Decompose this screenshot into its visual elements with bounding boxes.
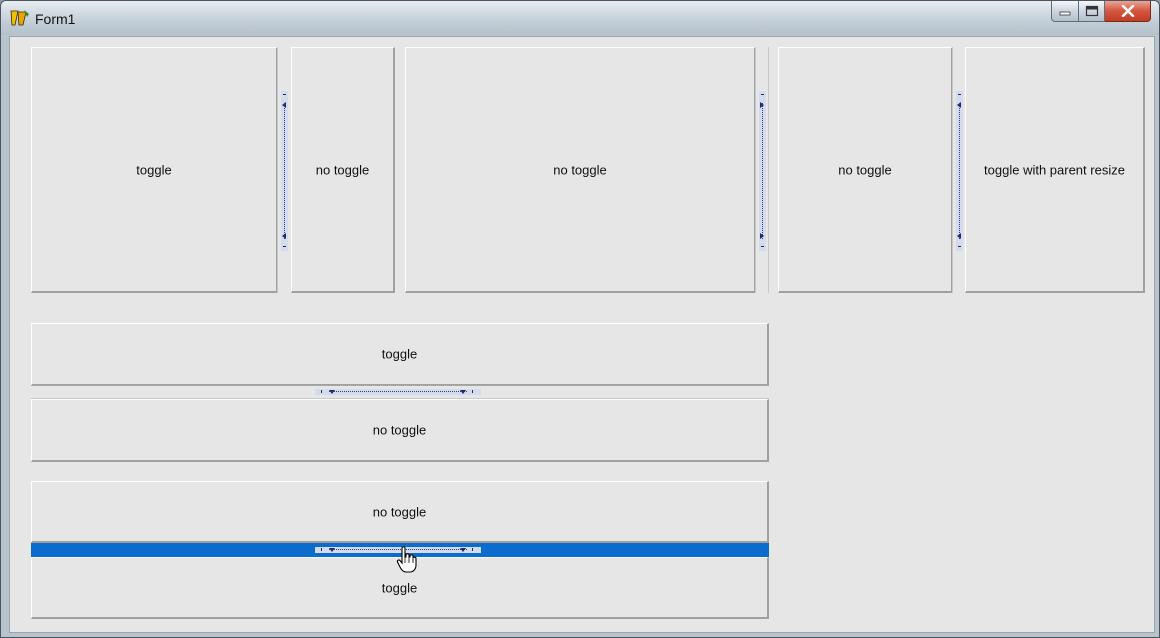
maximize-icon xyxy=(1085,5,1098,17)
collapse-right-arrow-icon xyxy=(760,233,764,239)
close-icon xyxy=(1121,5,1134,17)
panel-label: no toggle xyxy=(315,162,370,177)
app-icon[interactable] xyxy=(9,8,31,28)
panel-label: no toggle xyxy=(553,162,607,177)
window-title: Form1 xyxy=(35,11,76,27)
panel-no-toggle-bottom: no toggle xyxy=(31,399,769,462)
panel-toggle-top: toggle xyxy=(31,323,769,386)
hand-pointer-icon xyxy=(396,546,417,573)
collapse-down-arrow-icon xyxy=(460,548,466,552)
horizontal-splitter-1[interactable] xyxy=(31,385,769,399)
splitter-grip[interactable] xyxy=(315,389,481,395)
vertical-splitter-3[interactable] xyxy=(952,47,966,293)
panel-no-toggle-wide: no toggle xyxy=(405,47,756,293)
panel-no-toggle-right: no toggle xyxy=(291,47,395,293)
close-button[interactable] xyxy=(1105,1,1151,22)
panel-label: no toggle xyxy=(372,504,427,519)
title-bar[interactable]: Form1 xyxy=(1,1,1159,35)
splitter-grip[interactable] xyxy=(281,91,288,251)
caption-buttons xyxy=(1051,1,1151,23)
vertical-splitter-1[interactable] xyxy=(277,47,292,293)
splitter-grip[interactable] xyxy=(759,91,766,251)
minimize-button[interactable] xyxy=(1051,1,1079,22)
panel-label: no toggle xyxy=(838,162,892,177)
panel-label: toggle xyxy=(136,162,172,177)
panel-label: toggle xyxy=(381,580,418,595)
panel-label: toggle xyxy=(381,346,418,362)
panel-toggle-parent-resize: toggle with parent resize xyxy=(965,47,1145,293)
panel-no-toggle-top: no toggle xyxy=(31,481,769,543)
vertical-splitter-2[interactable] xyxy=(755,47,769,293)
panel-label: no toggle xyxy=(372,422,427,438)
maximize-button[interactable] xyxy=(1079,1,1105,22)
form-client-area: toggle no toggle no toggle no toggle tog… xyxy=(9,36,1155,633)
panel-toggle-left: toggle xyxy=(31,47,278,293)
minimize-icon xyxy=(1059,11,1071,16)
collapse-left-arrow-icon xyxy=(282,233,286,239)
form-window: Form1 toggle no toggle no toggle no togg… xyxy=(0,0,1160,638)
collapse-left-arrow-icon xyxy=(957,233,961,239)
panel-label: toggle with parent resize xyxy=(984,162,1125,177)
splitter-grip[interactable] xyxy=(956,91,963,251)
panel-no-toggle-left: no toggle xyxy=(778,47,953,293)
collapse-down-arrow-icon xyxy=(460,390,466,394)
